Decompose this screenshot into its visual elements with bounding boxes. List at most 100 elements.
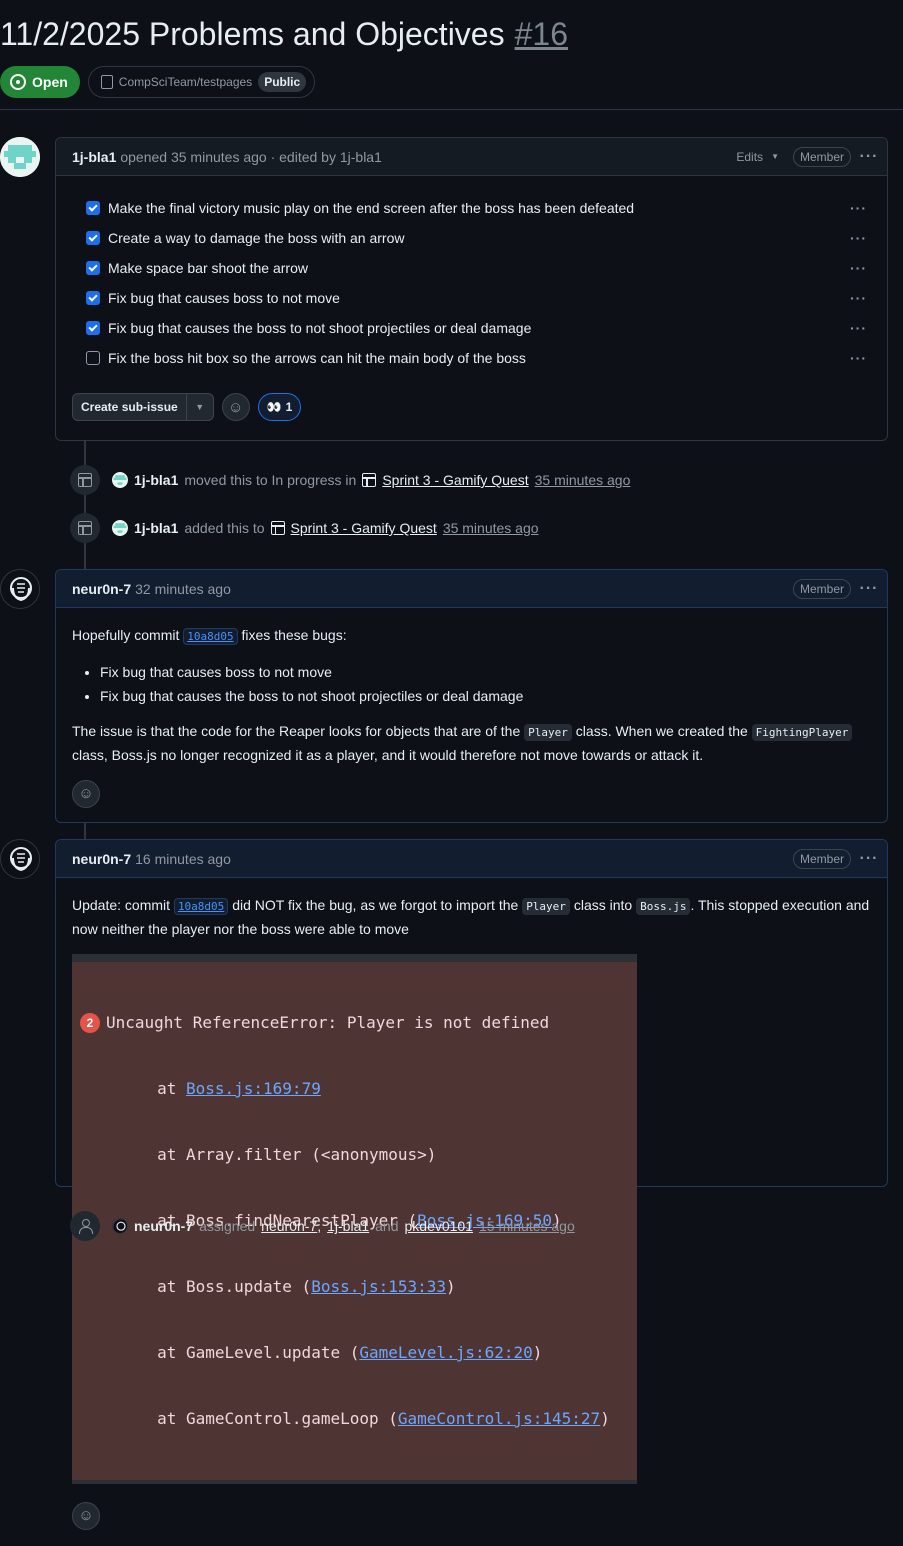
assignee-link[interactable]: 1j-bla1 <box>327 1218 369 1234</box>
task-label: Make space bar shoot the arrow <box>108 260 308 276</box>
task-item: Make space bar shoot the arrow ··· <box>72 253 871 283</box>
stack-text: at <box>118 1079 186 1098</box>
task-label: Make the final victory music play on the… <box>108 200 635 216</box>
create-sub-issue-button[interactable]: Create sub-issue ▼ <box>72 393 214 421</box>
stack-link[interactable]: Boss.js:153:33 <box>311 1277 446 1296</box>
timeline-event-moved: 1j-bla1 moved this to In progress in Spr… <box>70 465 630 495</box>
task-checkbox[interactable] <box>86 321 100 335</box>
avatar-neur0n-7[interactable] <box>0 839 40 879</box>
comment-author[interactable]: neur0n-7 <box>72 851 131 867</box>
text: did NOT fix the bug, as we forgot to imp… <box>232 897 519 913</box>
stack-text: at GameLevel.update ( <box>118 1343 360 1362</box>
timeline-event-assigned: neur0n-7 assigned neur0n-7, 1j-bla1 and … <box>70 1211 575 1241</box>
task-label: Fix bug that causes the boss to not shoo… <box>108 320 532 336</box>
task-label: Fix the boss hit box so the arrows can h… <box>108 350 526 366</box>
event-action: assigned <box>199 1218 256 1234</box>
stack-line: at GameControl.gameLoop (GameControl.js:… <box>80 1408 629 1430</box>
task-options-icon[interactable]: ··· <box>850 320 867 336</box>
stack-link[interactable]: GameControl.js:145:27 <box>398 1409 600 1428</box>
timeline-line <box>84 440 86 570</box>
mini-avatar[interactable] <box>112 1218 128 1234</box>
comment-author[interactable]: 1j-bla1 <box>72 149 116 165</box>
issue-title: 11/2/2025 Problems and Objectives <box>0 15 505 52</box>
stack-line: at Array.filter (<anonymous>) <box>80 1144 629 1166</box>
task-checkbox[interactable] <box>86 291 100 305</box>
state-label: Open <box>32 74 68 90</box>
member-badge: Member <box>792 848 851 869</box>
add-reaction-icon[interactable]: ☺ <box>72 780 100 808</box>
comment-time[interactable]: 32 minutes ago <box>135 581 231 597</box>
assignee-link[interactable]: pkdev0101 <box>405 1218 474 1234</box>
event-actor[interactable]: 1j-bla1 <box>134 472 178 488</box>
task-checkbox[interactable] <box>86 261 100 275</box>
comment-options-icon[interactable]: ··· <box>859 148 879 166</box>
commit-link[interactable]: 10a8d05 <box>173 898 229 915</box>
issue-number[interactable]: #16 <box>515 16 568 53</box>
comment-options-icon[interactable]: ··· <box>859 850 879 868</box>
project-icon <box>362 473 377 487</box>
separator: , <box>317 1218 322 1234</box>
event-actor[interactable]: neur0n-7 <box>134 1218 193 1234</box>
inline-code: Player <box>522 898 570 915</box>
eyes-reaction[interactable]: 👀 1 <box>257 393 302 421</box>
task-options-icon[interactable]: ··· <box>850 230 867 246</box>
task-item: Fix the boss hit box so the arrows can h… <box>72 343 871 373</box>
comment-paragraph: Hopefully commit 10a8d05 fixes these bug… <box>72 624 871 648</box>
project-event-badge <box>70 465 100 495</box>
mini-avatar[interactable] <box>112 472 128 488</box>
bullet-list: Fix bug that causes boss to not move Fix… <box>100 660 871 708</box>
event-action: added this to <box>184 520 265 536</box>
text: class, Boss.js no longer recognized it a… <box>72 747 704 763</box>
task-options-icon[interactable]: ··· <box>850 290 867 306</box>
inline-code: FightingPlayer <box>751 724 853 741</box>
task-label: Fix bug that causes boss to not move <box>108 290 340 306</box>
comment-options-icon[interactable]: ··· <box>859 580 879 598</box>
comment-card-1: neur0n-7 32 minutes ago Member ··· Hopef… <box>55 569 888 823</box>
add-reaction-icon[interactable]: ☺ <box>72 1502 100 1530</box>
issue-title-row: 11/2/2025 Problems and Objectives #16 <box>0 12 568 56</box>
stack-text: ) <box>446 1277 456 1296</box>
mini-avatar[interactable] <box>112 520 128 536</box>
open-state-badge: Open <box>0 66 80 98</box>
comment-header: 1j-bla1 opened 35 minutes ago · edited b… <box>56 138 887 176</box>
task-options-icon[interactable]: ··· <box>850 350 867 366</box>
assignee-link[interactable]: neur0n-7 <box>261 1218 317 1234</box>
repo-name[interactable]: CompSciTeam/testpages <box>119 75 252 89</box>
eyes-emoji: 👀 <box>266 400 282 414</box>
project-link[interactable]: Sprint 3 - Gamify Quest <box>291 520 437 536</box>
repo-pill[interactable]: CompSciTeam/testpages Public <box>87 66 316 98</box>
comment-card-2: neur0n-7 16 minutes ago Member ··· Updat… <box>55 839 888 1530</box>
stack-text: at GameControl.gameLoop ( <box>118 1409 398 1428</box>
person-icon <box>78 1219 93 1234</box>
stack-text: ) <box>532 1343 543 1362</box>
task-checkbox[interactable] <box>86 231 100 245</box>
assign-event-badge <box>70 1211 100 1241</box>
comment-author[interactable]: neur0n-7 <box>72 581 131 597</box>
task-options-icon[interactable]: ··· <box>850 200 867 216</box>
event-time[interactable]: 35 minutes ago <box>535 472 631 488</box>
edits-dropdown[interactable]: Edits ▼ <box>736 150 779 164</box>
chevron-down-icon[interactable]: ▼ <box>187 394 213 420</box>
stack-link[interactable]: Boss.js:169:79 <box>186 1079 321 1098</box>
event-time[interactable]: 15 minutes ago <box>479 1218 575 1234</box>
stack-line: at Boss.js:169:79 <box>80 1078 629 1100</box>
comment-time[interactable]: 16 minutes ago <box>135 851 231 867</box>
issue-body-card: 1j-bla1 opened 35 minutes ago · edited b… <box>55 137 888 441</box>
avatar-1j-bla1[interactable] <box>0 137 40 177</box>
add-reaction-icon[interactable]: ☺ <box>221 393 250 421</box>
project-link[interactable]: Sprint 3 - Gamify Quest <box>382 472 528 488</box>
event-time[interactable]: 35 minutes ago <box>443 520 539 536</box>
create-sub-issue-label[interactable]: Create sub-issue <box>73 394 187 420</box>
task-options-icon[interactable]: ··· <box>850 260 867 276</box>
text: class into <box>573 897 633 913</box>
task-item: Fix bug that causes the boss to not shoo… <box>72 313 871 343</box>
task-checkbox[interactable] <box>86 201 100 215</box>
stack-link[interactable]: GameLevel.js:62:20 <box>359 1343 532 1362</box>
commit-link[interactable]: 10a8d05 <box>183 628 238 645</box>
comment-paragraph: Update: commit 10a8d05 did NOT fix the b… <box>72 894 871 940</box>
stack-text: at Array.filter (<anonymous>) <box>118 1145 437 1164</box>
comment-header: neur0n-7 16 minutes ago Member ··· <box>56 840 887 878</box>
avatar-neur0n-7[interactable] <box>0 569 40 609</box>
task-checkbox[interactable] <box>86 351 100 365</box>
event-actor[interactable]: 1j-bla1 <box>134 520 178 536</box>
